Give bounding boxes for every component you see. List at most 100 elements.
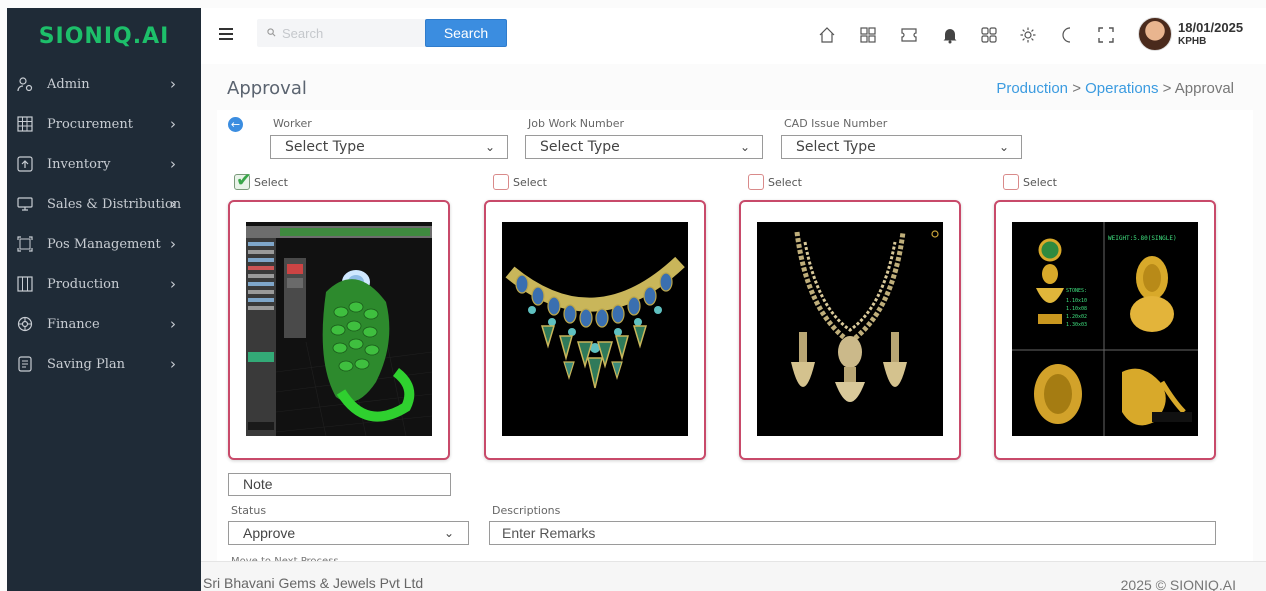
remarks-input[interactable]: [489, 521, 1216, 545]
design-image-tile[interactable]: [484, 200, 706, 460]
sidebar-item-pos-management[interactable]: Pos Management ›: [7, 224, 201, 264]
svg-text:STONES:: STONES:: [1066, 288, 1087, 294]
sidebar-item-label: Production: [47, 276, 120, 292]
breadcrumb-current: Approval: [1174, 80, 1234, 97]
svg-text:WEIGHT:5.80(SINGLE): WEIGHT:5.80(SINGLE): [1108, 235, 1177, 242]
frame-icon: [15, 235, 35, 253]
avatar[interactable]: [1138, 17, 1172, 51]
moon-icon[interactable]: [1057, 24, 1079, 46]
search-button[interactable]: Search: [425, 19, 507, 47]
breadcrumb-operations[interactable]: Operations: [1085, 80, 1158, 97]
job-work-number-label: Job Work Number: [528, 117, 624, 130]
chevron-right-icon: ›: [170, 235, 176, 253]
search-box: [257, 19, 427, 47]
status-label: Status: [231, 504, 267, 517]
sidebar-item-label: Sales & Distribution: [47, 196, 182, 212]
svg-text:1.30x03: 1.30x03: [1066, 322, 1087, 328]
sidebar-item-sales-distribution[interactable]: Sales & Distribution ›: [7, 184, 201, 224]
svg-text:1.20x02: 1.20x02: [1066, 314, 1087, 320]
sidebar-item-label: Pos Management: [47, 236, 161, 252]
select-label: Select: [254, 175, 288, 189]
select-checkbox-1[interactable]: Select: [234, 169, 288, 191]
sidebar-item-finance[interactable]: Finance ›: [7, 304, 201, 344]
design-image-tile[interactable]: [739, 200, 961, 460]
columns-icon: [15, 275, 35, 293]
chevron-down-icon: ⌄: [443, 526, 454, 540]
menu-toggle-icon[interactable]: [219, 28, 233, 40]
worker-select-value: Select Type: [285, 139, 365, 155]
status-select-value: Approve: [243, 525, 296, 541]
grid-icon: [15, 115, 35, 133]
footer-copyright: 2025 © SIONIQ.AI: [1120, 577, 1236, 591]
chevron-right-icon: ›: [170, 315, 176, 333]
chevron-down-icon: ⌄: [998, 140, 1009, 154]
select-label: Select: [513, 175, 547, 189]
select-checkbox-3[interactable]: Select: [748, 174, 802, 190]
svg-text:1.10x08: 1.10x08: [1066, 306, 1087, 312]
user-date: 18/01/2025: [1178, 20, 1244, 35]
chevron-right-icon: ›: [170, 155, 176, 173]
search-input[interactable]: [282, 25, 422, 41]
teal-necklace-cad-image: [502, 222, 688, 436]
fullscreen-icon[interactable]: [1095, 24, 1117, 46]
cad-issue-number-select[interactable]: Select Type ⌄: [781, 135, 1022, 159]
brand-logo: SIONIQ.AI: [7, 8, 201, 64]
cad-issue-number-label: CAD Issue Number: [784, 117, 888, 130]
cad-issue-number-value: Select Type: [796, 139, 876, 155]
settings-icon[interactable]: [1017, 24, 1039, 46]
checkbox-checked-icon: [234, 169, 252, 191]
sidebar-item-procurement[interactable]: Procurement ›: [7, 104, 201, 144]
select-checkbox-2[interactable]: Select: [493, 174, 547, 190]
sidebar-item-inventory[interactable]: Inventory ›: [7, 144, 201, 184]
chevron-right-icon: ›: [170, 195, 176, 213]
sidebar-item-production[interactable]: Production ›: [7, 264, 201, 304]
gold-earring-cad-image: STONES: 1.10x10 1.10x08 1.20x02 1.30x03 …: [1012, 222, 1198, 436]
apps-icon[interactable]: [978, 24, 1000, 46]
job-work-number-select[interactable]: Select Type ⌄: [525, 135, 763, 159]
footer: Sri Bhavani Gems & Jewels Pvt Ltd 2025 ©…: [201, 561, 1266, 591]
worker-select[interactable]: Select Type ⌄: [270, 135, 508, 159]
status-select[interactable]: Approve ⌄: [228, 521, 469, 545]
chevron-right-icon: ›: [170, 75, 176, 93]
select-checkbox-4[interactable]: Select: [1003, 174, 1057, 190]
back-arrow-icon[interactable]: ←: [228, 117, 243, 132]
search-icon: [267, 24, 276, 42]
descriptions-label: Descriptions: [492, 504, 561, 517]
document-icon: [15, 355, 35, 373]
select-label: Select: [768, 175, 802, 189]
sidebar-item-label: Inventory: [47, 156, 111, 172]
ticket-icon[interactable]: [898, 24, 920, 46]
sidebar-item-saving-plan[interactable]: Saving Plan ›: [7, 344, 201, 384]
sidebar-item-label: Saving Plan: [47, 356, 126, 372]
user-gear-icon: [15, 75, 35, 93]
chevron-right-icon: ›: [170, 275, 176, 293]
top-header: Search 18/01/2025 KPHB: [201, 8, 1266, 64]
brand-logo-text: SIONIQ.AI: [38, 23, 170, 49]
app-root: SIONIQ.AI Admin › Procurement › Inventor…: [0, 0, 1266, 591]
breadcrumb-production[interactable]: Production: [996, 80, 1068, 97]
svg-text:1.10x10: 1.10x10: [1066, 298, 1087, 304]
monitor-icon: [15, 195, 35, 213]
worker-label: Worker: [273, 117, 312, 130]
chevron-down-icon: ⌄: [739, 140, 750, 154]
dashboard-icon[interactable]: [857, 24, 879, 46]
select-label: Select: [1023, 175, 1057, 189]
job-work-number-value: Select Type: [540, 139, 620, 155]
gold-necklace-cad-image: [757, 222, 943, 436]
approval-card: ← Worker Select Type ⌄ Job Work Number S…: [217, 110, 1253, 562]
sidebar-item-admin[interactable]: Admin ›: [7, 64, 201, 104]
design-image-tile[interactable]: [228, 200, 450, 460]
checkbox-icon: [748, 174, 764, 190]
sidebar-item-label: Procurement: [47, 116, 133, 132]
chevron-right-icon: ›: [170, 355, 176, 373]
note-field[interactable]: Note: [228, 473, 451, 496]
design-image-tile[interactable]: STONES: 1.10x10 1.10x08 1.20x02 1.30x03 …: [994, 200, 1216, 460]
home-icon[interactable]: [816, 24, 838, 46]
chevron-down-icon: ⌄: [484, 140, 495, 154]
breadcrumb: Production > Operations > Approval: [996, 80, 1234, 97]
page-title: Approval: [227, 78, 307, 99]
checkbox-icon: [493, 174, 509, 190]
bell-icon[interactable]: [939, 24, 961, 46]
sidebar-item-label: Finance: [47, 316, 100, 332]
sidebar-item-label: Admin: [47, 76, 90, 92]
